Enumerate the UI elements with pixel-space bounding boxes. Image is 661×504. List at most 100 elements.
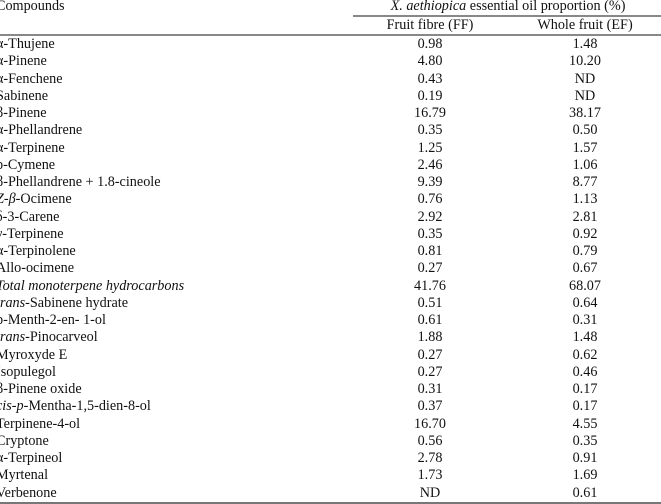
fruit-fibre-value: 9.39 [417, 174, 443, 190]
table-row: Z-β-Ocimene 0.76 1.13 [0, 191, 661, 208]
compound-name: β-Phellandrene + 1.8-cineole [0, 174, 161, 191]
table-row: δ-3-Carene 2.92 2.81 [0, 209, 661, 226]
fruit-fibre-value: 0.61 [417, 312, 443, 328]
whole-fruit-value: 0.46 [572, 363, 598, 380]
fruit-fibre-value: 0.43 [417, 70, 443, 87]
compound-name: cis-p-Mentha-1,5-dien-8-ol [0, 398, 151, 415]
fruit-fibre-value: 16.79 [414, 105, 446, 121]
compound-name: Verbenone [0, 485, 57, 502]
fruit-fibre-value: 1.88 [417, 329, 443, 346]
whole-fruit-value: 0.62 [572, 346, 598, 363]
whole-fruit-value: 0.35 [572, 432, 598, 449]
bottom-rule [0, 502, 661, 504]
fruit-fibre-value: 0.98 [417, 36, 443, 52]
compound-name: Terpinene-4-ol [0, 416, 80, 433]
fruit-fibre-value: 16.70 [414, 415, 446, 432]
whole-fruit-value: 38.17 [569, 105, 601, 121]
table-row: cis-p-Mentha-1,5-dien-8-ol 0.37 0.17 [0, 398, 661, 415]
compound-name: β-Pinene [0, 105, 47, 122]
compound-name: Allo-ocimene [0, 260, 74, 277]
compound-name: Z-β-Ocimene [0, 191, 72, 208]
whole-fruit-value: 4.55 [572, 415, 598, 432]
header-fruit-fibre: Fruit fibre (FF) [386, 17, 474, 33]
compound-name: p-Cymene [0, 157, 55, 174]
fruit-fibre-value: 1.73 [417, 467, 443, 484]
compound-label: Ocimene [20, 191, 72, 208]
table-row: p-Menth-2-en- 1-ol 0.61 0.31 [0, 312, 661, 329]
compound-label: α-Fenchene [0, 70, 63, 87]
fruit-fibre-value: 0.19 [417, 87, 443, 104]
essential-oil-table: Compounds X. aethiopica essential oil pr… [0, 0, 661, 504]
fruit-fibre-value: 0.27 [417, 260, 443, 277]
compound-label: Verbenone [0, 484, 57, 501]
compound-name: α-Terpineol [0, 450, 62, 467]
compound-label: p-Cymene [0, 156, 56, 173]
compound-label: α-Terpineol [0, 450, 63, 466]
whole-fruit-value: 10.20 [569, 53, 601, 70]
compound-prefix: cis-p- [0, 398, 29, 415]
header-whole-fruit: Whole fruit (EF) [537, 17, 633, 33]
compound-name: α-Fenchene [0, 71, 63, 88]
whole-fruit-value: 0.61 [572, 484, 598, 501]
compound-name: p-Menth-2-en- 1-ol [0, 312, 106, 329]
compound-label: Pinocarveol [29, 329, 98, 346]
table-row: γ-Terpinene 0.35 0.92 [0, 226, 661, 243]
table-row: α-Terpinolene 0.81 0.79 [0, 243, 661, 260]
table-row: Sabinene 0.19 ND [0, 88, 661, 105]
compound-label: Terpinene-4-ol [0, 415, 81, 432]
fruit-fibre-value: 0.31 [417, 381, 443, 397]
compound-name: trans-Pinocarveol [0, 329, 98, 346]
whole-fruit-value: ND [574, 70, 596, 87]
whole-fruit-value: 2.81 [572, 208, 598, 225]
compound-name: α-Phellandrene [0, 122, 82, 139]
table-body: α-Thujene 0.98 1.48 α-Pinene 4.80 10.20 α-Fenc… [0, 36, 661, 502]
whole-fruit-value: 0.50 [572, 122, 598, 139]
compound-label: α-Pinene [0, 53, 47, 70]
fruit-fibre-value: 0.27 [417, 363, 443, 380]
compound-name: trans-Sabinene hydrate [0, 295, 128, 312]
fruit-fibre-value: 41.76 [414, 277, 446, 294]
header-group-rest: essential oil proportion (%) [466, 0, 626, 14]
whole-fruit-value: 0.92 [572, 225, 598, 242]
table-row: Cryptone 0.56 0.35 [0, 433, 661, 450]
compound-label: Total monoterpene hydrocarbons [0, 277, 185, 294]
whole-fruit-value: 1.48 [572, 36, 598, 52]
table-row: α-Terpinene 1.25 1.57 [0, 140, 661, 157]
whole-fruit-value: 1.13 [572, 191, 598, 208]
header-group-title: X. aethiopica essential oil proportion (… [353, 0, 661, 15]
compound-name: Myroxyde E [0, 347, 67, 364]
compound-name: α-Terpinolene [0, 243, 76, 260]
table-row: Allo-ocimene 0.27 0.67 [0, 260, 661, 277]
table-row: Isopulegol 0.27 0.46 [0, 364, 661, 381]
whole-fruit-value: 0.17 [572, 398, 598, 415]
compound-label: p-Menth-2-en- 1-ol [0, 312, 106, 328]
fruit-fibre-value: 0.76 [417, 191, 443, 208]
table-row: Terpinene-4-ol 16.70 4.55 [0, 416, 661, 433]
compound-name: δ-3-Carene [0, 209, 59, 226]
whole-fruit-value: ND [574, 87, 596, 104]
compound-name: Cryptone [0, 433, 49, 450]
compound-label: δ-3-Carene [0, 208, 60, 225]
whole-fruit-value: 8.77 [572, 174, 598, 190]
header-compounds: Compounds [0, 0, 65, 14]
whole-fruit-value: 1.69 [572, 467, 598, 484]
compound-prefix: trans- [0, 294, 30, 311]
compound-name: β-Pinene oxide [0, 381, 82, 398]
compound-label: Myroxyde E [0, 346, 68, 363]
table-row: β-Pinene oxide 0.31 0.17 [0, 381, 661, 398]
compound-name: Isopulegol [0, 364, 56, 381]
whole-fruit-value: 0.31 [572, 312, 598, 328]
table-row: α-Pinene 4.80 10.20 [0, 53, 661, 70]
table-row: β-Phellandrene + 1.8-cineole 9.39 8.77 [0, 174, 661, 191]
compound-label: Isopulegol [0, 363, 56, 380]
table-row: α-Fenchene 0.43 ND [0, 71, 661, 88]
fruit-fibre-value: 2.92 [417, 208, 443, 225]
compound-label: α-Phellandrene [0, 122, 83, 139]
species-name: X. aethiopica [390, 0, 467, 14]
compound-label: Allo-ocimene [0, 260, 75, 277]
fruit-fibre-value: 0.81 [417, 243, 443, 259]
compound-name: α-Thujene [0, 36, 55, 53]
compound-label: β-Pinene [0, 105, 47, 121]
table-row: p-Cymene 2.46 1.06 [0, 157, 661, 174]
compound-name: γ-Terpinene [0, 226, 64, 243]
